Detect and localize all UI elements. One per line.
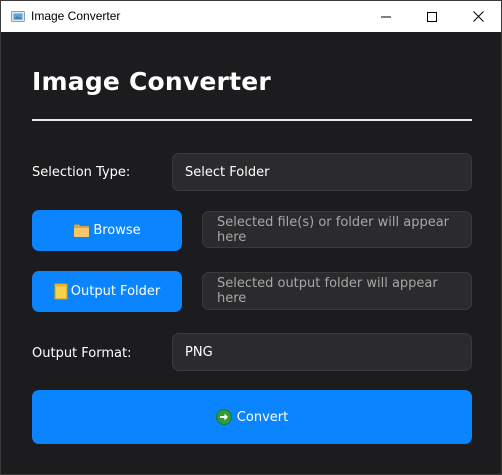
convert-button-label: Convert bbox=[236, 409, 289, 425]
minimize-button[interactable] bbox=[363, 1, 409, 32]
arrow-right-circle-icon bbox=[215, 409, 232, 425]
folder-icon bbox=[73, 223, 90, 238]
selected-files-placeholder: Selected file(s) or folder will appear h… bbox=[217, 214, 450, 245]
selected-files-field[interactable]: Selected file(s) or folder will appear h… bbox=[202, 211, 472, 248]
notepad-icon bbox=[54, 283, 68, 300]
minimize-icon bbox=[381, 16, 391, 17]
output-folder-button[interactable]: Output Folder bbox=[32, 271, 182, 312]
app-icon bbox=[11, 11, 25, 22]
page-title: Image Converter bbox=[32, 67, 271, 96]
selection-type-label: Selection Type: bbox=[32, 165, 131, 180]
heading-divider bbox=[32, 119, 472, 121]
maximize-icon bbox=[427, 11, 437, 22]
maximize-button[interactable] bbox=[409, 1, 455, 32]
selection-type-value: Select Folder bbox=[185, 164, 270, 180]
browse-button-label: Browse bbox=[93, 223, 141, 238]
title-bar[interactable]: Image Converter bbox=[1, 1, 501, 32]
output-format-select[interactable]: PNG bbox=[172, 333, 472, 371]
convert-button[interactable]: Convert bbox=[32, 390, 472, 444]
main-content: Image Converter Selection Type: Select F… bbox=[1, 32, 501, 474]
output-format-value: PNG bbox=[185, 344, 213, 360]
output-folder-placeholder: Selected output folder will appear here bbox=[217, 276, 438, 306]
window-title: Image Converter bbox=[31, 9, 121, 23]
close-button[interactable] bbox=[455, 1, 501, 32]
close-icon bbox=[472, 11, 484, 22]
app-window: Image Converter Image Converter Selectio… bbox=[0, 0, 502, 475]
output-folder-field[interactable]: Selected output folder will appear here bbox=[202, 272, 472, 310]
output-format-label: Output Format: bbox=[32, 346, 132, 361]
output-folder-button-label: Output Folder bbox=[70, 284, 161, 299]
selection-type-select[interactable]: Select Folder bbox=[172, 153, 472, 191]
browse-button[interactable]: Browse bbox=[32, 210, 182, 251]
